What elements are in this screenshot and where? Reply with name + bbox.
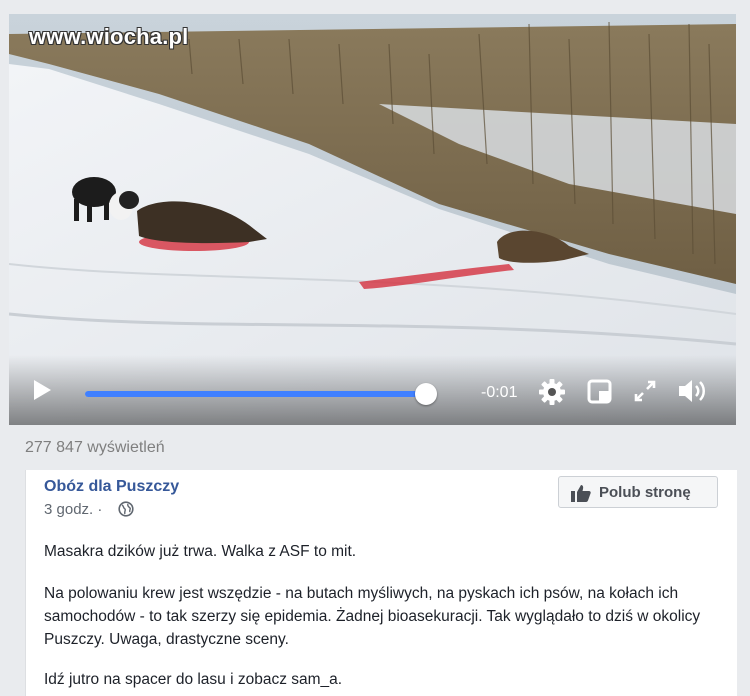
fullscreen-button[interactable] — [633, 379, 657, 403]
like-page-label: Polub stronę — [599, 484, 691, 501]
time-remaining: -0:01 — [481, 384, 518, 401]
screenshot-frame: www.wiocha.pl -0:01 277 847 wyświetleń O… — [0, 0, 750, 696]
globe-icon[interactable] — [118, 501, 134, 517]
post-card: Obóz dla Puszczy 3 godz. · Polub stronę … — [25, 470, 737, 696]
video-controls: -0:01 — [9, 355, 736, 425]
like-page-button[interactable]: Polub stronę — [558, 476, 718, 508]
progress-handle[interactable] — [415, 383, 438, 405]
volume-icon — [679, 380, 705, 402]
post-text-paragraph: Masakra dzików już trwa. Walka z ASF to … — [44, 543, 357, 560]
page-name-link[interactable]: Obóz dla Puszczy — [44, 478, 179, 496]
thumbs-up-icon — [571, 485, 591, 502]
play-icon — [34, 380, 51, 400]
watermark: www.wiocha.pl — [29, 24, 189, 49]
post-text-paragraph: Na polowaniu krew jest wszędzie - na but… — [44, 585, 701, 648]
miniplayer-button[interactable] — [587, 379, 612, 404]
gear-icon — [539, 379, 565, 405]
post-text-paragraph: Idź jutro na spacer do lasu i zobacz sam… — [44, 671, 343, 688]
settings-button[interactable] — [537, 377, 567, 407]
video-player[interactable]: www.wiocha.pl -0:01 — [9, 14, 736, 425]
miniplayer-icon — [587, 379, 612, 404]
fullscreen-icon — [634, 380, 656, 402]
volume-button[interactable] — [677, 377, 709, 405]
progress-fill — [85, 391, 427, 397]
progress-bar[interactable] — [85, 383, 438, 405]
post-timestamp[interactable]: 3 godz. · — [44, 501, 102, 518]
play-button[interactable] — [31, 379, 53, 401]
view-count: 277 847 wyświetleń — [25, 439, 165, 456]
